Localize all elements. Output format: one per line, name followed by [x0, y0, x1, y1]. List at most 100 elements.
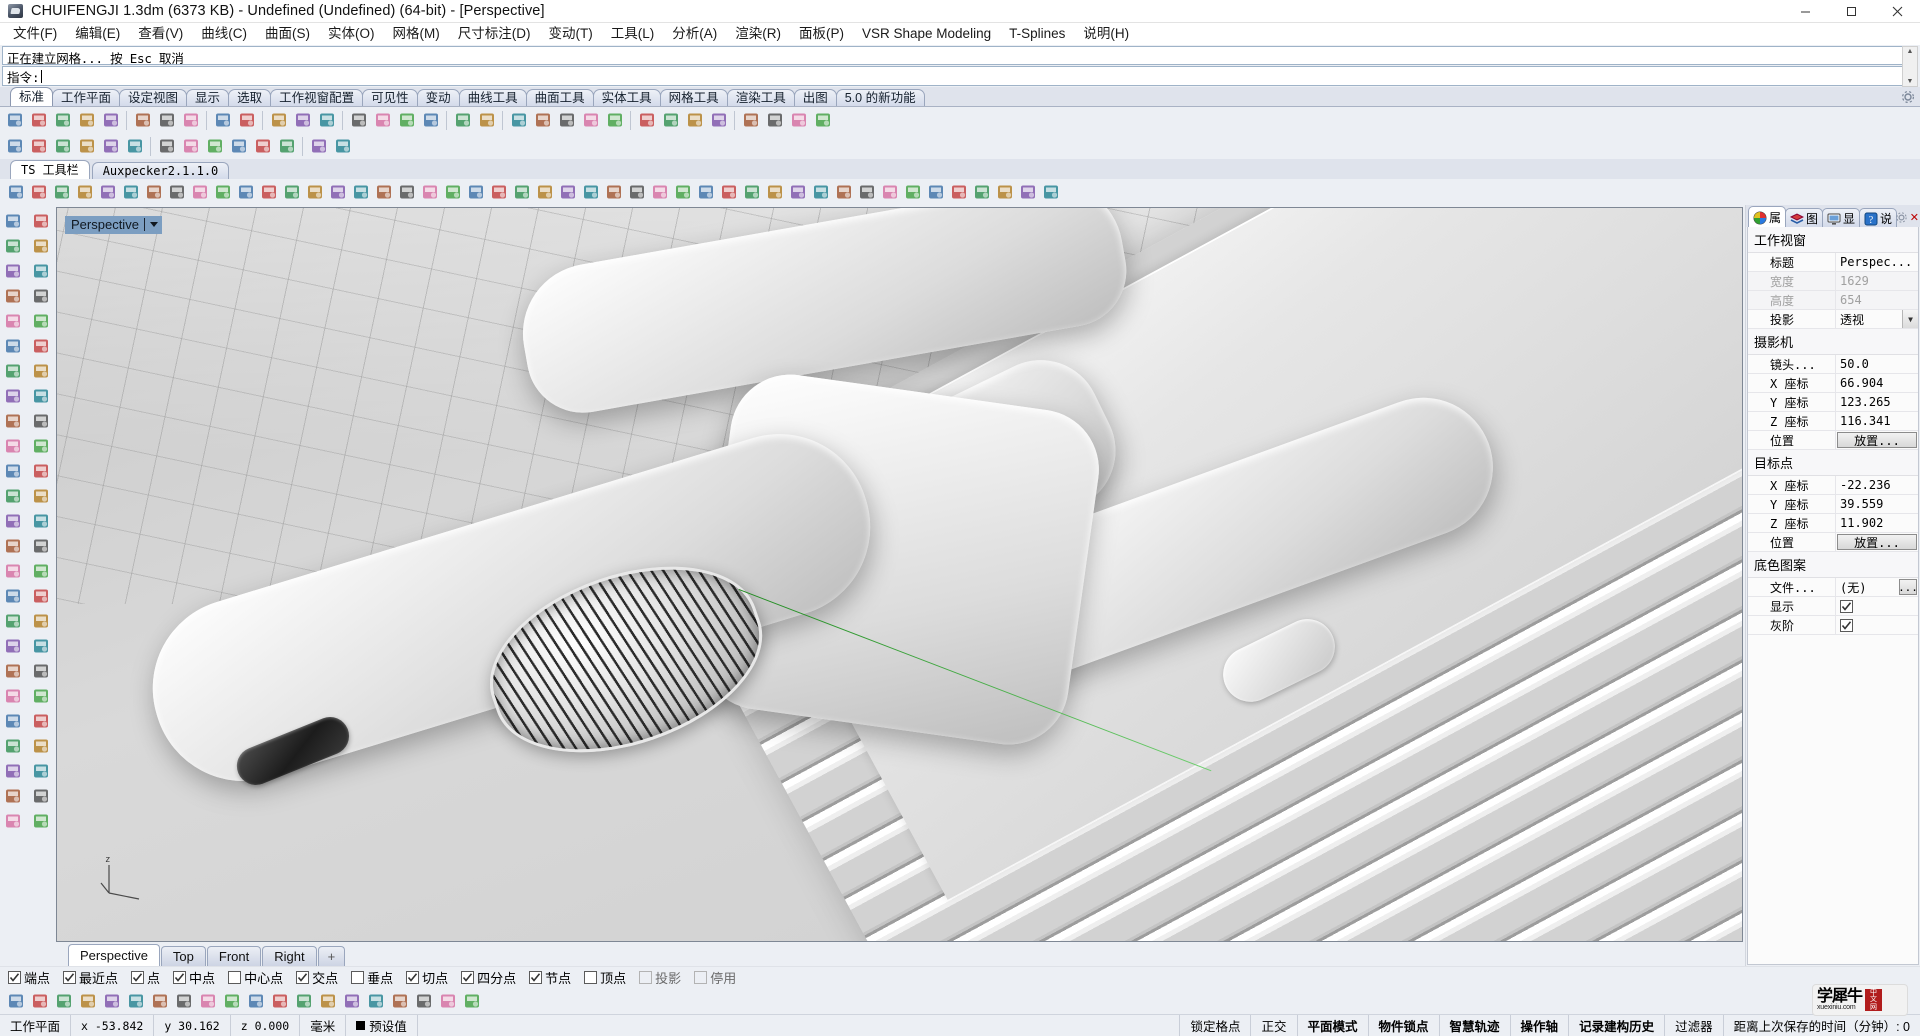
- tspline-tool-35-icon[interactable]: [809, 181, 832, 204]
- tspline-tool-5-icon[interactable]: [119, 181, 142, 204]
- tspline-tool-37-icon[interactable]: [855, 181, 878, 204]
- checkbox[interactable]: [584, 971, 598, 984]
- plugin-zoom-icon[interactable]: [27, 135, 50, 158]
- left-tool-49-icon[interactable]: [28, 808, 54, 833]
- panel-row-value[interactable]: 放置...: [1837, 534, 1917, 550]
- ribbon-tab-5[interactable]: 工作视窗配置: [270, 89, 364, 106]
- menu-item-14[interactable]: T-Splines: [1000, 23, 1074, 45]
- plugin-solid-icon[interactable]: [123, 135, 146, 158]
- tspline-tool-39-icon[interactable]: [901, 181, 924, 204]
- left-tool-30-icon[interactable]: [0, 583, 26, 608]
- osnap-9[interactable]: 节点: [529, 968, 571, 987]
- menu-item-3[interactable]: 曲线(C): [192, 23, 256, 45]
- left-tool-34-icon[interactable]: [0, 633, 26, 658]
- left-tool-11-icon[interactable]: [28, 333, 54, 358]
- left-tool-17-icon[interactable]: [28, 408, 54, 433]
- menu-item-9[interactable]: 工具(L): [602, 23, 664, 45]
- status-toggle-0[interactable]: 锁定格点: [1180, 1015, 1252, 1036]
- bottom-tool-3-icon[interactable]: [76, 990, 99, 1013]
- left-tool-46-icon[interactable]: [0, 783, 26, 808]
- print-icon[interactable]: [99, 109, 122, 132]
- left-tool-31-icon[interactable]: [28, 583, 54, 608]
- panel-tab-display[interactable]: 显: [1822, 208, 1861, 227]
- tspline-tool-44-icon[interactable]: [1016, 181, 1039, 204]
- ribbon-tab-7[interactable]: 变动: [416, 89, 460, 106]
- osnap-3[interactable]: 中点: [173, 968, 215, 987]
- layer-color-icon[interactable]: [635, 109, 658, 132]
- tspline-tool-12-icon[interactable]: [280, 181, 303, 204]
- checkbox[interactable]: [173, 971, 187, 984]
- tspline-tool-43-icon[interactable]: [993, 181, 1016, 204]
- tspline-tool-11-icon[interactable]: [257, 181, 280, 204]
- left-tool-32-icon[interactable]: [0, 608, 26, 633]
- browse-button[interactable]: ...: [1898, 579, 1918, 595]
- tspline-tool-24-icon[interactable]: [556, 181, 579, 204]
- analyze-icon[interactable]: [763, 109, 786, 132]
- tspline-tool-26-icon[interactable]: [602, 181, 625, 204]
- chevron-down-icon[interactable]: [149, 222, 158, 227]
- redo-icon[interactable]: [235, 109, 258, 132]
- tspline-tool-17-icon[interactable]: [395, 181, 418, 204]
- checkbox[interactable]: [639, 971, 653, 984]
- tspline-tool-36-icon[interactable]: [832, 181, 855, 204]
- ribbon-tab-13[interactable]: 出图: [793, 89, 837, 106]
- tspline-tool-10-icon[interactable]: [234, 181, 257, 204]
- ribbon-tab-1[interactable]: 工作平面: [52, 89, 121, 106]
- viewport-tab-perspective[interactable]: Perspective: [68, 944, 160, 966]
- tspline-tool-2-icon[interactable]: [50, 181, 73, 204]
- osnap-4[interactable]: 中心点: [228, 968, 283, 987]
- left-tool-18-icon[interactable]: [0, 433, 26, 458]
- left-tool-43-icon[interactable]: [28, 733, 54, 758]
- left-tool-28-icon[interactable]: [0, 558, 26, 583]
- status-layer[interactable]: 预设值: [346, 1015, 418, 1036]
- panel-row-value[interactable]: 66.904: [1836, 374, 1918, 392]
- menu-item-11[interactable]: 渲染(R): [726, 23, 790, 45]
- tspline-tool-22-icon[interactable]: [510, 181, 533, 204]
- checkbox[interactable]: [8, 971, 21, 984]
- osnap-8[interactable]: 四分点: [461, 968, 516, 987]
- checkbox[interactable]: [228, 971, 242, 984]
- left-tool-36-icon[interactable]: [0, 658, 26, 683]
- tspline-tool-4-icon[interactable]: [96, 181, 119, 204]
- status-toggle-2[interactable]: 平面模式: [1298, 1015, 1369, 1036]
- bottom-tool-9-icon[interactable]: [220, 990, 243, 1013]
- left-tool-21-icon[interactable]: [28, 458, 54, 483]
- tspline-tool-20-icon[interactable]: [464, 181, 487, 204]
- ribbon-tab-4[interactable]: 选取: [228, 89, 272, 106]
- left-tool-44-icon[interactable]: [0, 758, 26, 783]
- ribbon-tab-14[interactable]: 5.0 的新功能: [835, 89, 925, 106]
- paste-icon[interactable]: [179, 109, 202, 132]
- status-toggle-3[interactable]: 物件锁点: [1369, 1015, 1440, 1036]
- select-icon[interactable]: [267, 109, 290, 132]
- bottom-tool-14-icon[interactable]: [340, 990, 363, 1013]
- menu-item-13[interactable]: VSR Shape Modeling: [853, 23, 1000, 45]
- panel-tab-layers[interactable]: 图: [1785, 208, 1824, 227]
- undo-icon[interactable]: [211, 109, 234, 132]
- menu-item-8[interactable]: 变动(T): [540, 23, 602, 45]
- plugin-curve-icon[interactable]: [51, 135, 74, 158]
- panel-row-value[interactable]: 123.265: [1836, 393, 1918, 411]
- menu-item-2[interactable]: 查看(V): [129, 23, 192, 45]
- panel-row-value[interactable]: Perspec...: [1836, 253, 1918, 271]
- tspline-tool-3-icon[interactable]: [73, 181, 96, 204]
- panel-row-value[interactable]: (无)...: [1836, 578, 1918, 596]
- osnap-7[interactable]: 切点: [406, 968, 448, 987]
- minimize-icon[interactable]: [1782, 0, 1828, 23]
- checkbox[interactable]: [461, 971, 475, 984]
- left-tool-5-icon[interactable]: [28, 258, 54, 283]
- status-toggle-4[interactable]: 智慧轨迹: [1440, 1015, 1511, 1036]
- panel-row-value[interactable]: -22.236: [1836, 476, 1918, 494]
- bottom-tool-10-icon[interactable]: [244, 990, 267, 1013]
- tspline-tool-15-icon[interactable]: [349, 181, 372, 204]
- material-icon[interactable]: [659, 109, 682, 132]
- bottom-tool-7-icon[interactable]: [172, 990, 195, 1013]
- left-tool-9-icon[interactable]: [28, 308, 54, 333]
- osnap-0[interactable]: 端点: [8, 968, 50, 987]
- tspline-tool-18-icon[interactable]: [418, 181, 441, 204]
- paint-icon[interactable]: [275, 135, 298, 158]
- bottom-tool-8-icon[interactable]: [196, 990, 219, 1013]
- menu-item-1[interactable]: 编辑(E): [66, 23, 129, 45]
- left-tool-27-icon[interactable]: [28, 533, 54, 558]
- osnap-12[interactable]: 停用: [694, 968, 736, 987]
- left-tool-40-icon[interactable]: [0, 708, 26, 733]
